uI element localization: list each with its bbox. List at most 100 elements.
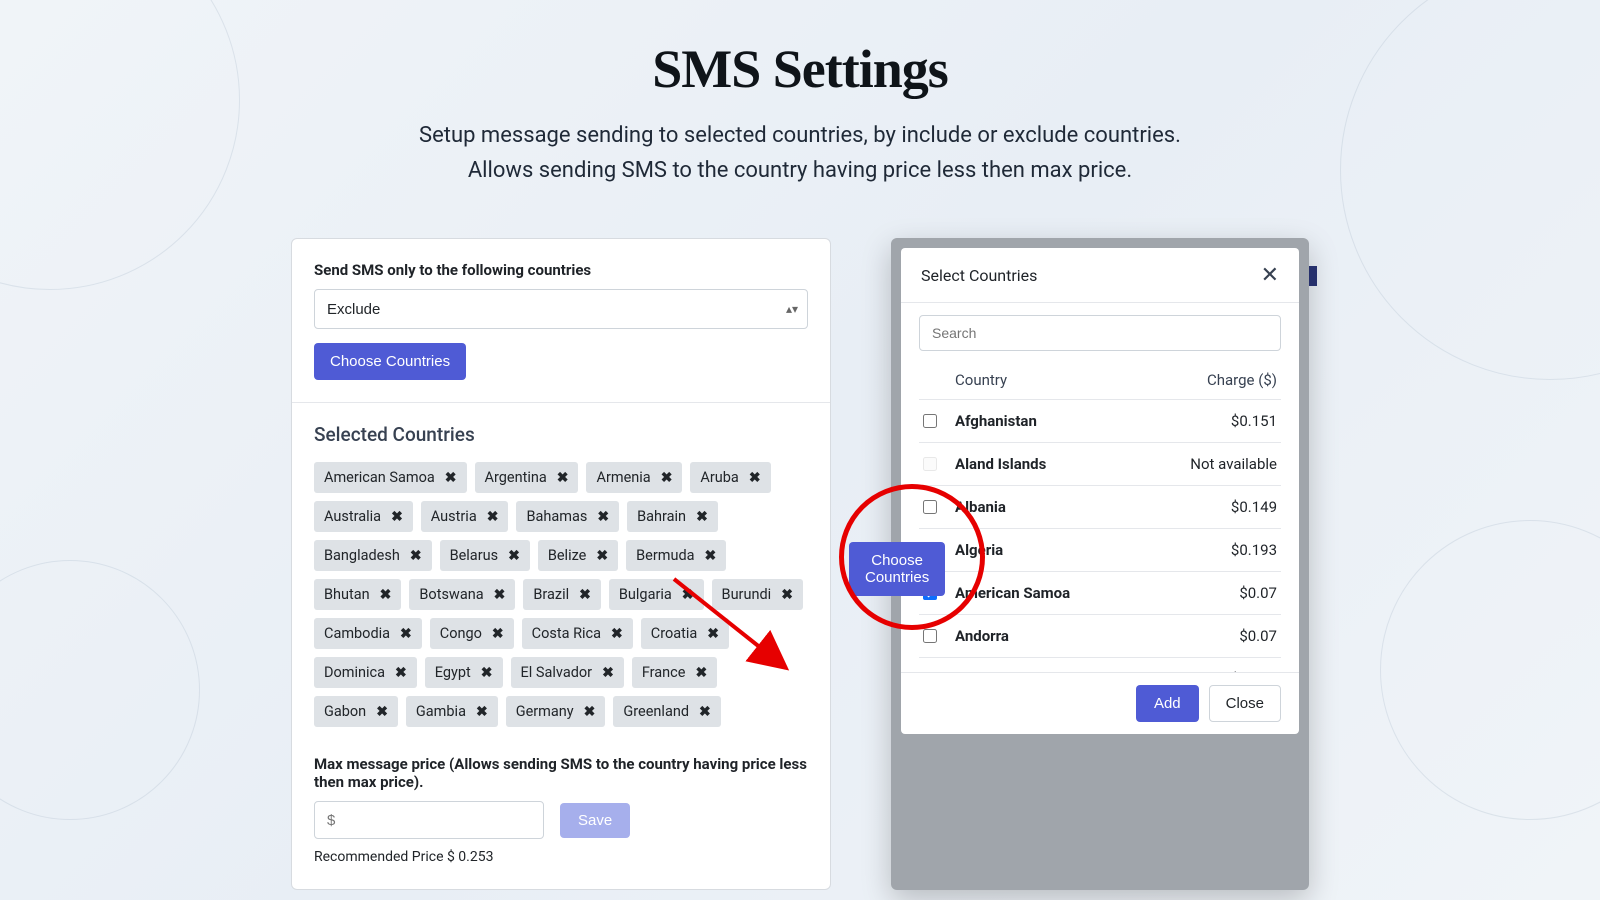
col-charge-header: Charge ($) [1207, 371, 1277, 389]
remove-tag-icon[interactable]: ✖ [696, 509, 708, 525]
remove-tag-icon[interactable]: ✖ [487, 509, 499, 525]
country-name: Aland Islands [955, 455, 1046, 473]
remove-tag-icon[interactable]: ✖ [699, 704, 711, 720]
remove-tag-icon[interactable]: ✖ [611, 626, 623, 642]
country-tag: Costa Rica✖ [522, 618, 633, 649]
remove-tag-icon[interactable]: ✖ [695, 665, 707, 681]
country-tag: El Salvador✖ [511, 657, 624, 688]
remove-tag-icon[interactable]: ✖ [602, 665, 614, 681]
choose-countries-button[interactable]: Choose Countries [314, 343, 466, 380]
remove-tag-icon[interactable]: ✖ [597, 509, 609, 525]
country-row: American Samoa$0.07 [919, 571, 1281, 614]
country-charge: $0.07 [1239, 627, 1277, 645]
page-header: SMS Settings Setup message sending to se… [0, 0, 1600, 188]
country-row: Afghanistan$0.151 [919, 399, 1281, 442]
include-exclude-select[interactable]: Exclude [314, 289, 808, 329]
country-tag: Egypt ✖ [425, 657, 503, 688]
save-button[interactable]: Save [560, 803, 630, 838]
country-list: Afghanistan$0.151Aland IslandsNot availa… [919, 399, 1281, 672]
col-country-header: Country [955, 371, 1007, 389]
remove-tag-icon[interactable]: ✖ [705, 548, 717, 564]
country-tag-label: Bhutan [324, 586, 370, 603]
remove-tag-icon[interactable]: ✖ [376, 704, 388, 720]
max-price-input[interactable] [314, 801, 544, 839]
country-charge: $0.193 [1231, 541, 1277, 559]
country-tag: Argentina ✖ [475, 462, 579, 493]
country-tag-label: Bulgaria [619, 586, 672, 603]
remove-tag-icon[interactable]: ✖ [391, 509, 403, 525]
selected-countries-heading: Selected Countries [314, 423, 808, 446]
select-countries-modal-container: Select Countries ✕ Country Charge ($) Af… [891, 238, 1309, 890]
remove-tag-icon[interactable]: ✖ [494, 587, 506, 603]
country-tag: France ✖ [632, 657, 717, 688]
country-tag-label: Bahrain [637, 508, 686, 525]
country-tag-label: Brazil [533, 586, 569, 603]
country-tag-label: Bangladesh [324, 547, 400, 564]
remove-tag-icon[interactable]: ✖ [661, 470, 673, 486]
country-search-input[interactable] [919, 315, 1281, 351]
country-tag-label: Belarus [450, 547, 499, 564]
country-checkbox [923, 457, 937, 471]
country-tag-label: Aruba [700, 469, 738, 486]
remove-tag-icon[interactable]: ✖ [557, 470, 569, 486]
add-button[interactable]: Add [1136, 685, 1199, 722]
country-tag: Belarus ✖ [440, 540, 530, 571]
country-tag: Dominica ✖ [314, 657, 417, 688]
close-button[interactable]: Close [1209, 685, 1281, 722]
country-tag: Aruba ✖ [690, 462, 770, 493]
country-tag-label: Gabon [324, 703, 366, 720]
remove-tag-icon[interactable]: ✖ [707, 626, 719, 642]
remove-tag-icon[interactable]: ✖ [481, 665, 493, 681]
country-checkbox[interactable] [923, 629, 937, 643]
country-charge: $0.07 [1239, 584, 1277, 602]
remove-tag-icon[interactable]: ✖ [596, 548, 608, 564]
recommended-price-text: Recommended Price $ 0.253 [314, 849, 808, 865]
remove-tag-icon[interactable]: ✖ [476, 704, 488, 720]
remove-tag-icon[interactable]: ✖ [781, 587, 793, 603]
remove-tag-icon[interactable]: ✖ [400, 626, 412, 642]
country-name: Algeria [955, 541, 1003, 559]
country-row: Algeria $0.193 [919, 528, 1281, 571]
country-tag-label: Croatia [651, 625, 698, 642]
remove-tag-icon[interactable]: ✖ [749, 470, 761, 486]
country-tag-label: Greenland [623, 703, 689, 720]
country-checkbox[interactable] [923, 586, 937, 600]
remove-tag-icon[interactable]: ✖ [508, 548, 520, 564]
country-tag-label: Dominica [324, 664, 385, 681]
country-tag: Bhutan ✖ [314, 579, 401, 610]
country-tag-label: Argentina [485, 469, 547, 486]
country-tag: Armenia✖ [586, 462, 682, 493]
remove-tag-icon[interactable]: ✖ [380, 587, 392, 603]
country-tag: Bahrain ✖ [627, 501, 718, 532]
country-tag: Botswana ✖ [409, 579, 515, 610]
send-countries-label: Send SMS only to the following countries [314, 261, 808, 279]
modal-close-icon[interactable]: ✕ [1261, 264, 1279, 286]
country-name: Albania [955, 498, 1006, 516]
country-tag: Greenland ✖ [613, 696, 720, 727]
country-row: Angola$0.105 [919, 657, 1281, 672]
remove-tag-icon[interactable]: ✖ [395, 665, 407, 681]
country-charge: $0.151 [1231, 412, 1277, 430]
remove-tag-icon[interactable]: ✖ [584, 704, 596, 720]
country-checkbox[interactable] [923, 414, 937, 428]
remove-tag-icon[interactable]: ✖ [682, 587, 694, 603]
remove-tag-icon[interactable]: ✖ [492, 626, 504, 642]
remove-tag-icon[interactable]: ✖ [579, 587, 591, 603]
country-tag-label: Cambodia [324, 625, 390, 642]
country-row: Albania$0.149 [919, 485, 1281, 528]
country-tag-label: Botswana [419, 586, 483, 603]
country-tag-label: France [642, 664, 686, 681]
country-checkbox[interactable] [923, 543, 937, 557]
country-row: Aland IslandsNot available [919, 442, 1281, 485]
country-tag: Congo✖ [430, 618, 514, 649]
country-tag: Brazil ✖ [523, 579, 601, 610]
remove-tag-icon[interactable]: ✖ [410, 548, 422, 564]
country-tag-label: Egypt [435, 664, 471, 681]
country-tag-label: Austria [431, 508, 477, 525]
country-tag-label: Burundi [722, 586, 772, 603]
select-countries-modal: Select Countries ✕ Country Charge ($) Af… [901, 248, 1299, 734]
country-checkbox[interactable] [923, 500, 937, 514]
country-tag: American Samoa✖ [314, 462, 467, 493]
remove-tag-icon[interactable]: ✖ [445, 470, 457, 486]
country-tag: Bermuda✖ [626, 540, 726, 571]
